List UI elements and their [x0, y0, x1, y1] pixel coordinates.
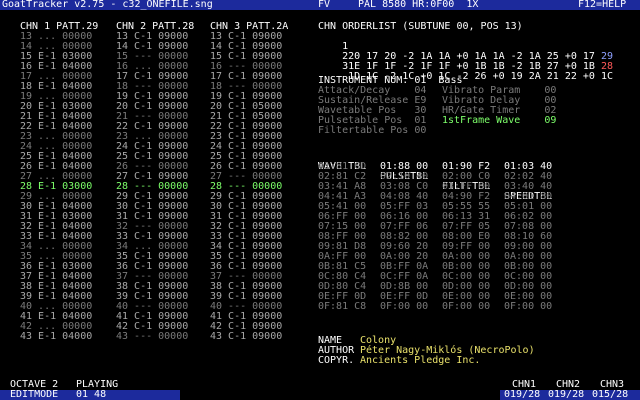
song-copyright-label: COPYR. — [318, 355, 355, 366]
help-hint[interactable]: F12=HELP — [578, 0, 626, 10]
instrument-param[interactable]: Filtertable Pos 00 — [318, 126, 426, 136]
sid-status: PAL 8580 HR:0F00 1X — [358, 0, 479, 10]
app-title: GoatTracker v2.75 - c32_ONEFILE.sng — [2, 0, 213, 10]
song-copyright[interactable]: Ancients Pledge Inc. — [360, 356, 480, 366]
channel-3[interactable]: CHN 3 PATT.2A 13 C-1 09000 14 C-1 09000 15… — [210, 22, 288, 342]
editmode-values: 01 48 — [76, 389, 107, 400]
channel-3-rows[interactable]: 13 C-1 09000 14 C-1 09000 15 C-1 09000 16 -… — [210, 32, 288, 342]
pattern-row[interactable]: 43 --- 00000 — [116, 332, 194, 342]
orderlist-row[interactable]: 1 20 17 20 -2 1A 1A +0 1A 1A -2 1A 25 +0… — [318, 32, 613, 62]
chn3-position: 015/28 — [592, 389, 629, 400]
table-cell[interactable]: 0F:00 00 — [380, 302, 428, 312]
pattern-row[interactable]: 43 C-1 09000 — [210, 332, 288, 342]
instrument-param[interactable]: 1stFrame Wave 09 — [442, 116, 556, 126]
chn1-position: 019/28 — [504, 389, 541, 400]
table-cell[interactable]: 0F:81 C8 — [318, 302, 366, 312]
chn2-position: 019/28 — [548, 389, 585, 400]
tables-panel[interactable]: WAVE TBL PULSETBL FILT.TBL SPEEDTBL 01:8… — [318, 152, 552, 312]
channel-1-rows[interactable]: 13 ... 00000 14 ... 00000 15 E-1 03000 16 E… — [20, 32, 98, 342]
fv-indicator: FV — [318, 0, 331, 10]
orderlist-header: CHN ORDERLIST (SUBTUNE 00, POS 13) — [318, 21, 523, 32]
editmode-label: EDITMODE — [10, 389, 59, 400]
channel-2-rows[interactable]: 13 C-1 09000 14 C-1 09000 15 --- 00000 16 .… — [116, 32, 194, 342]
orderlist-tail[interactable]: 2A 21 22 +0 1C — [529, 71, 613, 82]
table-cell[interactable]: 0F:00 00 — [442, 302, 490, 312]
title-bar: GoatTracker v2.75 - c32_ONEFILE.sng FV P… — [0, 0, 640, 10]
instrument-panel[interactable]: INSTRUMENT NUM. 01 Bass Attack/Decay 04 V… — [318, 76, 556, 136]
orderlist-panel[interactable]: CHN ORDERLIST (SUBTUNE 00, POS 13) 1 20 … — [318, 21, 613, 82]
song-info[interactable]: NAME Colony AUTHOR Péter Nagy-Miklós (Necr… — [318, 336, 535, 366]
channel-1[interactable]: CHN 1 PATT.29 13 ... 00000 14 ... 00000 15… — [20, 22, 98, 342]
editmode-bar: EDITMODE 01 48 — [0, 390, 180, 400]
table-cell[interactable]: 0F:00 00 — [504, 302, 552, 312]
channel-2[interactable]: CHN 2 PATT.28 13 C-1 09000 14 C-1 09000 15… — [116, 22, 194, 342]
pattern-row[interactable]: 43 E-1 04000 — [20, 332, 98, 342]
position-bar: 019/28 019/28 015/28 — [500, 390, 640, 400]
